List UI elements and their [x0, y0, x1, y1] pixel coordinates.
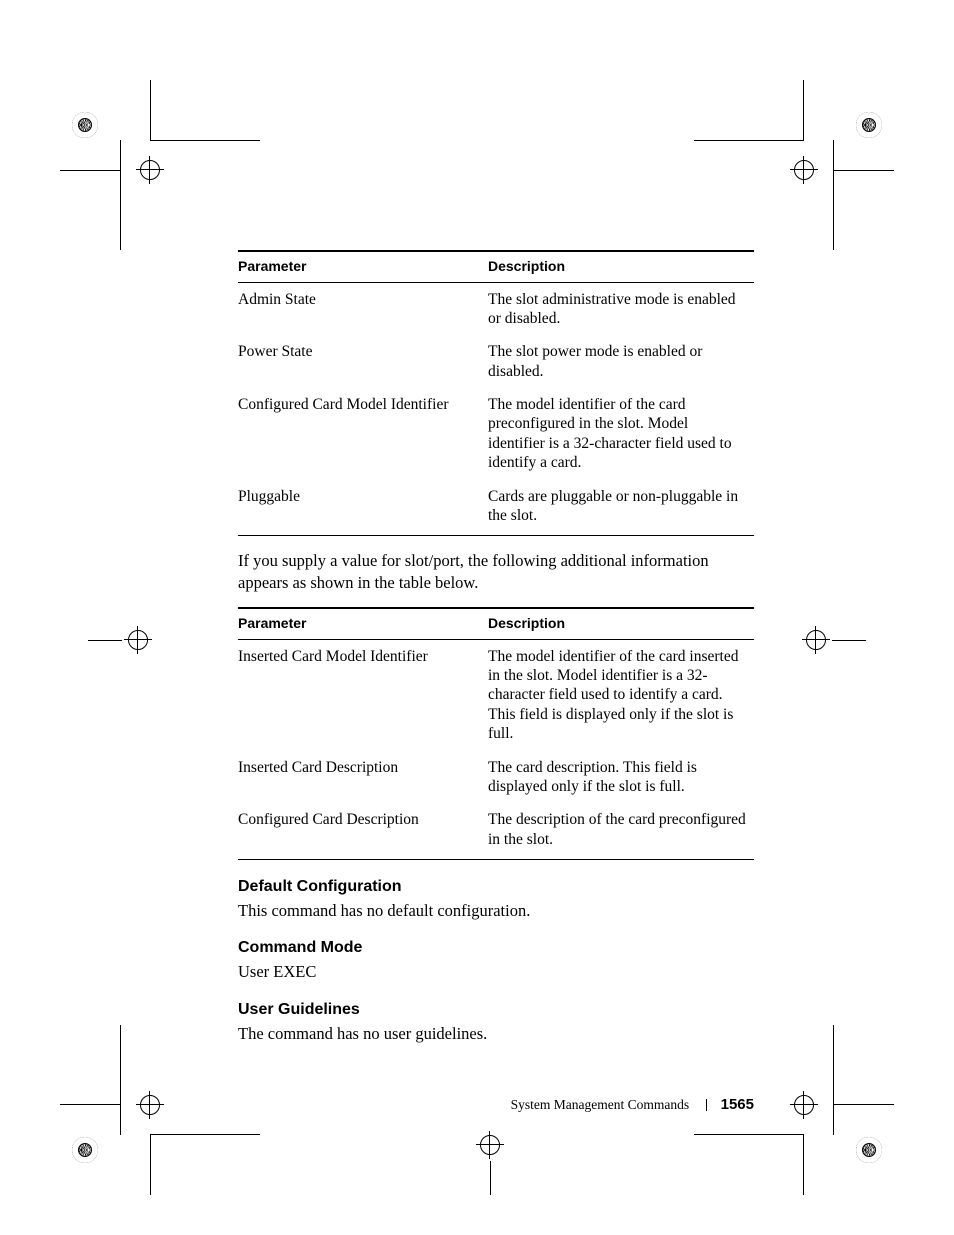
- parameter-table-2: Parameter Description Inserted Card Mode…: [238, 607, 754, 859]
- param-cell: Admin State: [238, 282, 488, 335]
- crop-mark-top-right: [754, 80, 894, 220]
- table-header-description: Description: [488, 608, 754, 639]
- desc-cell: The description of the card preconfigure…: [488, 803, 754, 859]
- parameter-table-1: Parameter Description Admin State The sl…: [238, 250, 754, 535]
- table-row: Inserted Card Model Identifier The model…: [238, 639, 754, 750]
- crop-mark-bottom-left: [60, 1055, 200, 1195]
- table-row: Inserted Card Description The card descr…: [238, 751, 754, 804]
- table-row: Pluggable Cards are pluggable or non-plu…: [238, 480, 754, 536]
- page-content: Parameter Description Admin State The sl…: [238, 250, 754, 1058]
- table-row: Admin State The slot administrative mode…: [238, 282, 754, 335]
- page: Parameter Description Admin State The sl…: [0, 0, 954, 1235]
- desc-cell: The slot power mode is enabled or disabl…: [488, 335, 754, 388]
- body-text: The command has no user guidelines.: [238, 1023, 754, 1044]
- body-text: This command has no default configuratio…: [238, 900, 754, 921]
- desc-cell: The card description. This field is disp…: [488, 751, 754, 804]
- heading-default-configuration: Default Configuration: [238, 878, 754, 896]
- page-footer: System Management Commands 1565: [238, 1096, 754, 1113]
- table-header-parameter: Parameter: [238, 251, 488, 282]
- desc-cell: The model identifier of the card preconf…: [488, 388, 754, 480]
- table-row: Configured Card Model Identifier The mod…: [238, 388, 754, 480]
- table-header-description: Description: [488, 251, 754, 282]
- param-cell: Power State: [238, 335, 488, 388]
- table-header-parameter: Parameter: [238, 608, 488, 639]
- footer-separator: [706, 1099, 707, 1111]
- heading-user-guidelines: User Guidelines: [238, 1001, 754, 1019]
- desc-cell: Cards are pluggable or non-pluggable in …: [488, 480, 754, 536]
- desc-cell: The model identifier of the card inserte…: [488, 639, 754, 750]
- footer-chapter: System Management Commands: [511, 1097, 689, 1112]
- param-cell: Pluggable: [238, 480, 488, 536]
- body-text: User EXEC: [238, 961, 754, 982]
- desc-cell: The slot administrative mode is enabled …: [488, 282, 754, 335]
- param-cell: Inserted Card Description: [238, 751, 488, 804]
- crop-mark-bottom: [460, 1115, 520, 1195]
- body-text: If you supply a value for slot/port, the…: [238, 550, 754, 593]
- param-cell: Inserted Card Model Identifier: [238, 639, 488, 750]
- param-cell: Configured Card Model Identifier: [238, 388, 488, 480]
- footer-page-number: 1565: [721, 1096, 754, 1113]
- table-row: Configured Card Description The descript…: [238, 803, 754, 859]
- heading-command-mode: Command Mode: [238, 939, 754, 957]
- param-cell: Configured Card Description: [238, 803, 488, 859]
- table-row: Power State The slot power mode is enabl…: [238, 335, 754, 388]
- crop-mark-right: [786, 610, 866, 670]
- crop-mark-top-left: [60, 80, 200, 220]
- crop-mark-left: [88, 610, 168, 670]
- crop-mark-bottom-right: [754, 1055, 894, 1195]
